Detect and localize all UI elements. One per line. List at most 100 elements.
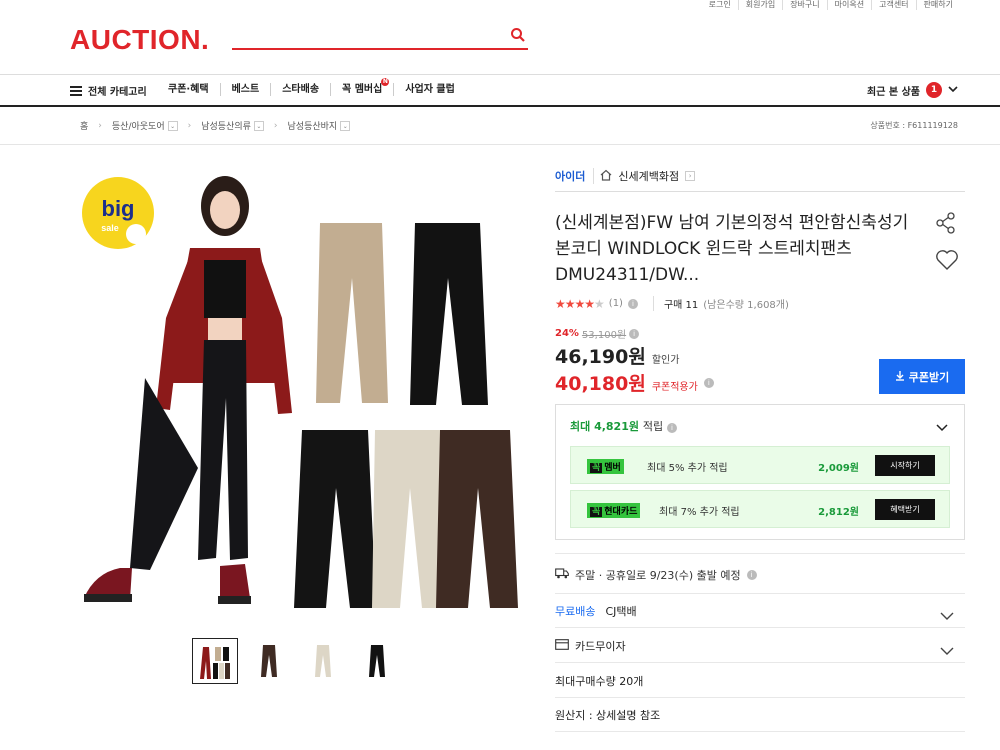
auction-logo[interactable]: AUCTION. [70, 24, 209, 56]
carrier: CJ택배 [605, 605, 637, 618]
menu-icon [70, 85, 82, 96]
shipping-date: 주말 · 공휴일로 9/23(수) 출발 예정 i [555, 567, 757, 583]
card-points-desc: 최대 7% 추가 적립 [659, 507, 740, 518]
all-category-button[interactable]: 전체 카테고리 [70, 83, 147, 98]
pants-beige-image [316, 223, 388, 403]
info-icon[interactable]: i [629, 328, 640, 339]
card-installment-row[interactable]: 카드무이자 [555, 638, 626, 654]
chevron-down-icon[interactable]: ⌄ [340, 120, 351, 131]
get-coupon-button[interactable]: 쿠폰받기 [879, 359, 965, 394]
card-points-row: 꼭 현대카드 최대 7% 추가 적립 2,812원 혜택받기 [570, 490, 950, 528]
utility-links: 로그인 회원가입 장바구니 마이옥션 고객센터 판매하기 [702, 0, 960, 10]
start-membership-button[interactable]: 시작하기 [875, 455, 935, 476]
sale-price-row: 46,190원 할인가 [555, 342, 679, 369]
membership-tag: 꼭 멤버 [587, 459, 624, 474]
breadcrumb-item-outdoor[interactable]: 등산/아웃도어 [112, 119, 165, 132]
recent-viewed-button[interactable]: 최근 본 상품 1 [867, 82, 958, 98]
coupon-price: 40,180원 [555, 373, 646, 395]
breadcrumb: 홈 › 등산/아웃도어 ⌄ › 남성등산의류 ⌄ › 남성등산바지 ⌄ [80, 119, 351, 132]
my-auction-link[interactable]: 마이옥션 [828, 0, 873, 10]
review-count[interactable]: (1) [609, 298, 623, 309]
thumbnail-2[interactable] [246, 638, 292, 684]
breadcrumb-item-mens-clothing[interactable]: 남성등산의류 [201, 119, 251, 132]
nav-menu: 쿠폰·혜택 베스트 스타배송 꼭 멤버십 N 사업자 클럽 [168, 78, 466, 96]
chevron-right-icon: › [273, 120, 278, 131]
original-price-row: 24% 53,100원 i [555, 326, 640, 341]
product-title: (신세계본점)FW 남여 기본의정석 편안함신축성기본코디 WINDLOCK 윈… [555, 213, 909, 285]
points-header[interactable]: 최대 4,821원 적립 i [570, 418, 677, 434]
info-icon[interactable]: i [627, 298, 638, 309]
store-link[interactable]: 신세계백화점 [618, 168, 679, 184]
rating-row: ★★★★★ (1) i 구매 11 (남은수량 1,608개) [555, 296, 789, 311]
breadcrumb-item-mens-pants[interactable]: 남성등산바지 [288, 119, 338, 132]
info-icon[interactable]: i [746, 570, 757, 580]
cart-link[interactable]: 장바구니 [783, 0, 828, 10]
login-link[interactable]: 로그인 [702, 0, 739, 10]
max-points: 최대 4,821원 [570, 420, 639, 433]
membership-points-amount: 2,009원 [818, 463, 859, 474]
discount-percent: 24% [555, 328, 579, 339]
thumbnail-4[interactable] [354, 638, 400, 684]
free-shipping: 무료배송 [555, 605, 596, 618]
points-box: 최대 4,821원 적립 i 꼭 멤버 최대 5% 추가 적립 2,009원 시작… [555, 404, 965, 540]
delivery-row[interactable]: 무료배송 CJ택배 [555, 603, 637, 619]
truck-icon [555, 568, 569, 582]
nav-item-star-delivery[interactable]: 스타배송 [271, 83, 332, 96]
customer-center-link[interactable]: 고객센터 [872, 0, 917, 10]
membership-points-desc: 최대 5% 추가 적립 [647, 463, 728, 474]
sale-price: 46,190원 [555, 346, 646, 368]
get-coupon-label: 쿠폰받기 [908, 371, 950, 384]
thumbnail-3[interactable] [300, 638, 346, 684]
seller-info: 아이더 신세계백화점 › [555, 168, 696, 184]
origin-info: 원산지 : 상세설명 참조 [555, 709, 661, 722]
points-label: 적립 [642, 420, 664, 433]
heart-icon[interactable] [935, 249, 959, 275]
thumbnail-1[interactable] [192, 638, 238, 684]
new-badge: N [381, 78, 390, 86]
coupon-price-row: 40,180원 쿠폰적용가 i [555, 369, 714, 396]
chevron-right-icon[interactable]: › [685, 171, 696, 181]
search-icon[interactable] [510, 27, 526, 47]
chevron-right-icon: › [187, 120, 192, 131]
card-icon [555, 639, 569, 653]
chevron-down-icon[interactable]: ⌄ [167, 120, 178, 131]
home-icon [600, 169, 612, 184]
original-price: 53,100원 [581, 330, 627, 341]
shipping-date-text: 주말 · 공휴일로 9/23(수) 출발 예정 [575, 569, 741, 582]
chevron-down-icon [948, 85, 958, 96]
stock-remaining: (남은수량 1,608개) [703, 300, 789, 311]
all-category-label: 전체 카테고리 [88, 87, 147, 98]
nav-item-business-club[interactable]: 사업자 클럽 [394, 83, 465, 96]
info-icon[interactable]: i [666, 423, 677, 433]
rating-stars[interactable]: ★★★★★ [555, 297, 605, 311]
chevron-down-icon[interactable]: ⌄ [253, 120, 264, 131]
nav-item-coupon[interactable]: 쿠폰·혜택 [168, 83, 221, 96]
divider [555, 627, 965, 628]
signup-link[interactable]: 회원가입 [739, 0, 784, 10]
info-icon[interactable]: i [703, 377, 714, 388]
get-benefit-button[interactable]: 혜택받기 [875, 499, 935, 520]
chevron-down-icon[interactable] [940, 606, 954, 625]
brand-link[interactable]: 아이더 [555, 168, 595, 184]
chevron-down-icon[interactable] [936, 417, 948, 436]
chevron-right-icon: › [98, 120, 102, 131]
purchase-count: 구매 11 [652, 296, 698, 311]
sell-link[interactable]: 판매하기 [917, 0, 960, 10]
product-main-image[interactable]: big sale [70, 168, 530, 628]
divider [555, 697, 965, 698]
pants-brown-image [436, 430, 518, 608]
recent-viewed-label: 최근 본 상품 [867, 86, 920, 98]
coupon-price-label: 쿠폰적용가 [651, 382, 698, 393]
chevron-down-icon[interactable] [940, 641, 954, 660]
breadcrumb-home[interactable]: 홈 [80, 119, 88, 132]
search-input[interactable] [232, 24, 528, 50]
nav-item-membership[interactable]: 꼭 멤버십 N [331, 78, 395, 96]
divider [555, 662, 965, 663]
membership-label: 꼭 멤버십 [342, 84, 383, 95]
nav-item-best[interactable]: 베스트 [221, 83, 272, 96]
share-icon[interactable] [935, 212, 957, 238]
breadcrumb-bar: 홈 › 등산/아웃도어 ⌄ › 남성등산의류 ⌄ › 남성등산바지 ⌄ 상품번호 : … [0, 107, 1000, 145]
download-icon [895, 370, 905, 384]
recent-count-badge: 1 [926, 82, 942, 98]
card-installment-label: 카드무이자 [575, 640, 626, 653]
